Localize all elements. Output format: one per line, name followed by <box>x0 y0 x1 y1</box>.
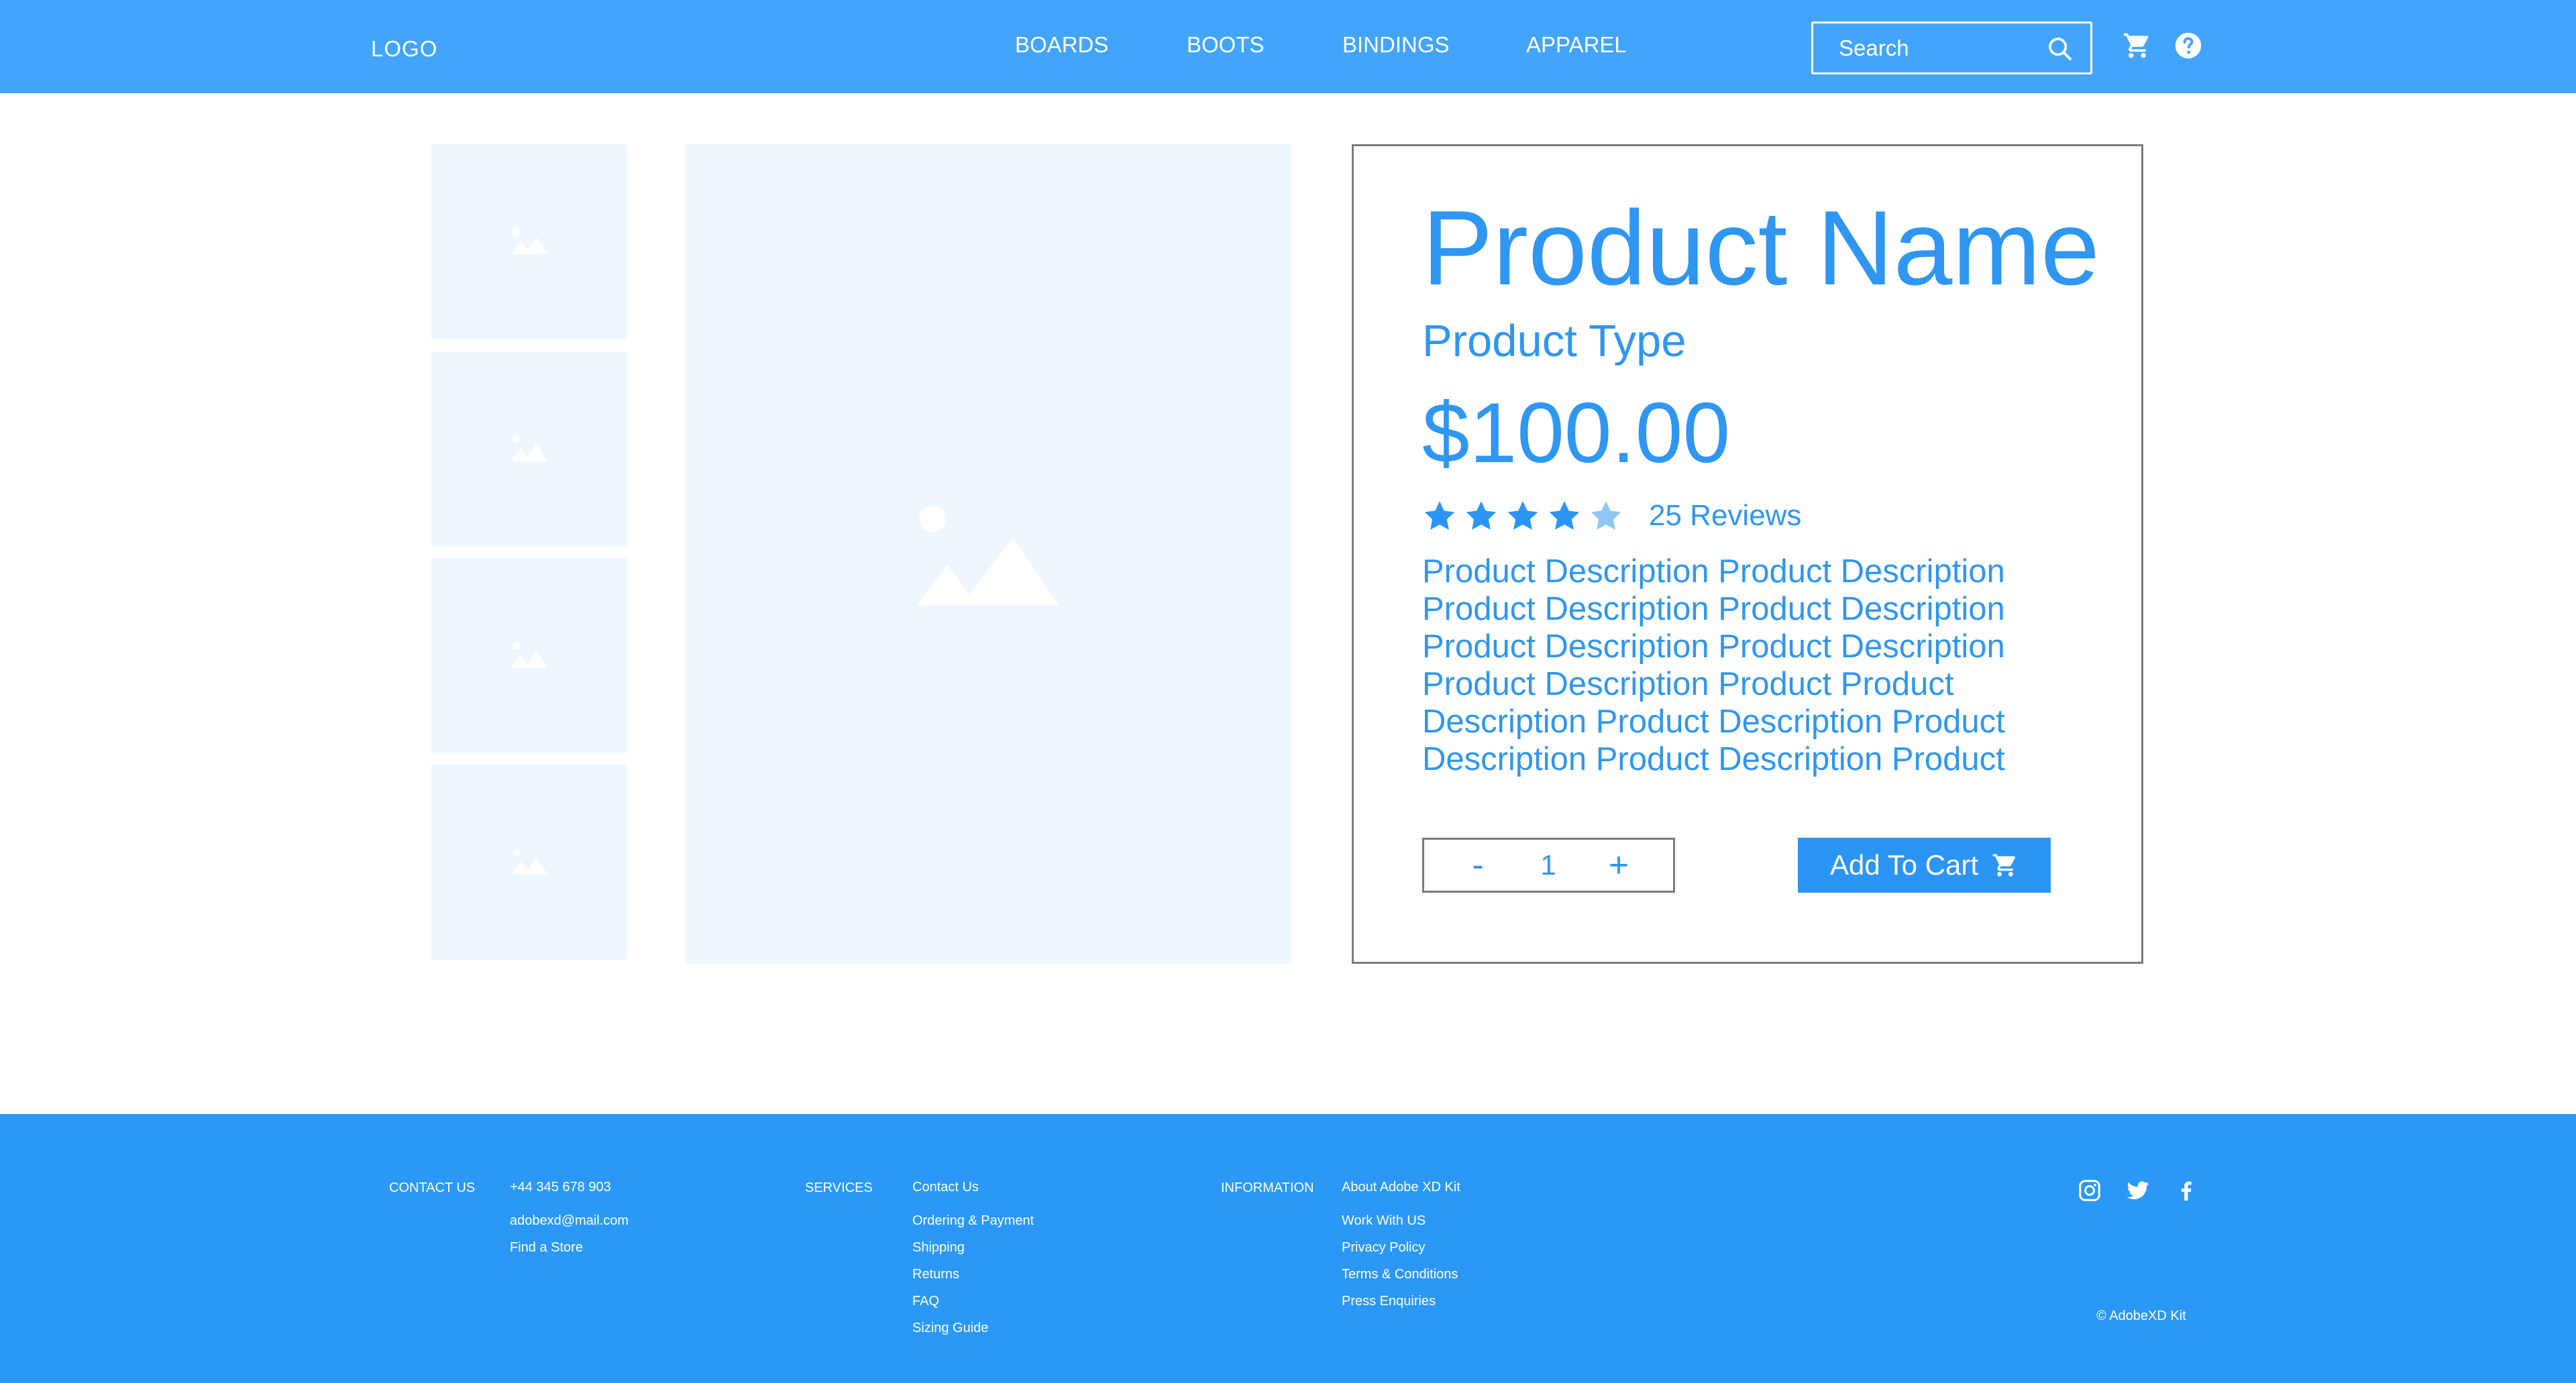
cart-icon <box>1992 854 2016 877</box>
footer-link[interactable]: Sizing Guide <box>912 1315 1034 1341</box>
footer-link[interactable]: Contact Us <box>912 1180 1034 1207</box>
thumbnail-3[interactable] <box>431 558 627 753</box>
facebook-icon[interactable] <box>2174 1178 2198 1203</box>
search-icon[interactable] <box>2047 36 2074 62</box>
help-icon[interactable] <box>2174 31 2203 60</box>
footer: CONTACT US +44 345 678 903 adobexd@mail.… <box>0 1114 2576 1383</box>
footer-link[interactable]: Work With US <box>1342 1207 1460 1234</box>
footer-link[interactable]: Press Enquiries <box>1342 1288 1460 1315</box>
quantity-stepper: - 1 + <box>1422 838 1675 893</box>
footer-heading-contact: CONTACT US <box>389 1180 476 1195</box>
footer-link[interactable]: Ordering & Payment <box>912 1207 1034 1234</box>
product-price: $100.00 <box>1422 385 1731 480</box>
star-filled-icon <box>1466 501 1497 530</box>
image-icon <box>511 228 548 254</box>
copyright: © AdobeXD Kit <box>2096 1309 2186 1323</box>
footer-find-store[interactable]: Find a Store <box>510 1234 629 1261</box>
image-icon <box>511 848 548 875</box>
nav-boards[interactable]: BOARDS <box>1015 32 1108 58</box>
footer-heading-services: SERVICES <box>805 1180 873 1195</box>
nav-bindings[interactable]: BINDINGS <box>1342 32 1450 58</box>
add-to-cart-label: Add To Cart <box>1829 849 1978 881</box>
product-details-card: Product Name Product Type $100.00 25 Rev… <box>1352 144 2143 964</box>
increment-button[interactable]: + <box>1592 840 1646 891</box>
rating-stars <box>1422 499 1623 534</box>
twitter-icon[interactable] <box>2126 1178 2150 1203</box>
footer-link[interactable]: Privacy Policy <box>1342 1234 1460 1261</box>
star-filled-icon <box>1507 501 1538 530</box>
product-description: Product Description Product Description … <box>1422 553 2005 777</box>
footer-services-list: Contact Us Ordering & Payment Shipping R… <box>912 1180 1034 1341</box>
nav-boots[interactable]: BOOTS <box>1187 32 1265 58</box>
thumbnail-4[interactable] <box>431 765 627 960</box>
decrement-button[interactable]: - <box>1451 840 1505 891</box>
footer-link[interactable]: Terms & Conditions <box>1342 1261 1460 1288</box>
footer-heading-information: INFORMATION <box>1221 1180 1314 1195</box>
star-filled-icon <box>1549 501 1580 530</box>
star-filled-icon <box>1424 501 1455 530</box>
footer-contact-list: +44 345 678 903 adobexd@mail.com Find a … <box>510 1180 629 1261</box>
footer-information-list: About Adobe XD Kit Work With US Privacy … <box>1342 1180 1460 1315</box>
reviews-link[interactable]: 25 Reviews <box>1649 499 1801 533</box>
thumbnail-2[interactable] <box>431 351 627 547</box>
top-navigation-bar: LOGO BOARDS BOOTS BINDINGS APPAREL <box>0 0 2576 93</box>
product-type: Product Type <box>1422 316 1686 366</box>
footer-link[interactable]: FAQ <box>912 1288 1034 1315</box>
footer-phone[interactable]: +44 345 678 903 <box>510 1180 629 1207</box>
star-empty-icon <box>1591 501 1621 530</box>
image-icon <box>918 506 1059 605</box>
add-to-cart-button[interactable]: Add To Cart <box>1798 838 2051 893</box>
social-links <box>2078 1178 2198 1203</box>
search-box <box>1811 21 2092 74</box>
footer-link[interactable]: Shipping <box>912 1234 1034 1261</box>
cart-icon[interactable] <box>2123 31 2152 60</box>
search-input[interactable] <box>1813 23 2035 72</box>
instagram-icon[interactable] <box>2078 1178 2102 1203</box>
product-name: Product Name <box>1422 189 2100 307</box>
image-icon <box>511 435 548 461</box>
quantity-value[interactable]: 1 <box>1525 840 1572 891</box>
footer-link[interactable]: Returns <box>912 1261 1034 1288</box>
thumbnail-1[interactable] <box>431 144 627 339</box>
footer-link[interactable]: About Adobe XD Kit <box>1342 1180 1460 1207</box>
nav-apparel[interactable]: APPAREL <box>1526 32 1627 58</box>
main-product-image <box>686 144 1291 964</box>
logo[interactable]: LOGO <box>371 36 437 62</box>
footer-email[interactable]: adobexd@mail.com <box>510 1207 629 1234</box>
image-icon <box>511 642 548 668</box>
